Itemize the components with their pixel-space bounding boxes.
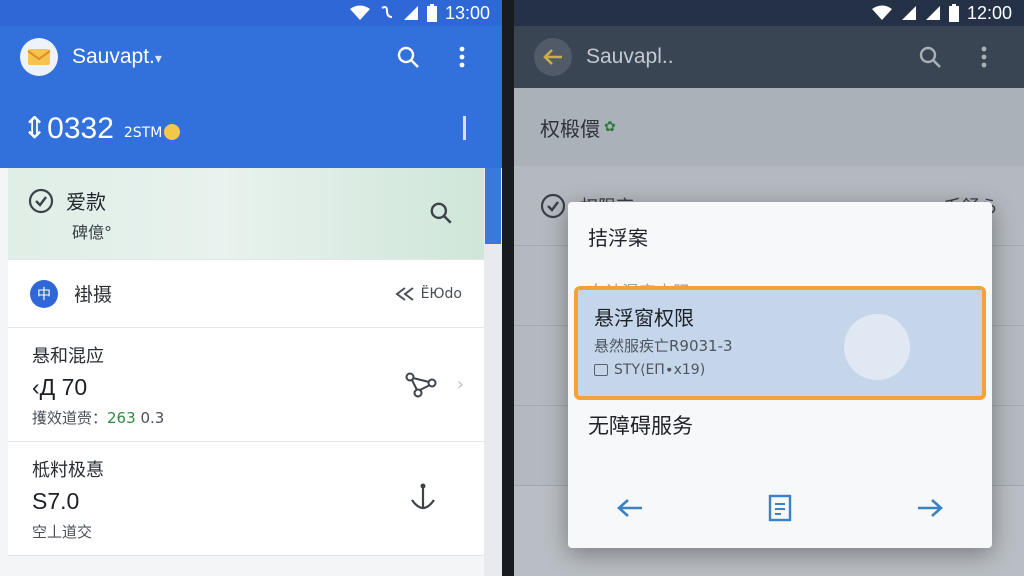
list-item[interactable]: 悬和混应 ‹Д 70 擭效道赍：263 0.3 › [8, 328, 484, 442]
hero-card[interactable]: 爱款 碑億° [8, 168, 484, 260]
overlay-permission-option[interactable]: 悬浮窗权限 悬然服疾亡R9031-3 STY⟨ЕП∙х19) [574, 286, 986, 400]
option-meta: STY⟨ЕП∙х19) [614, 362, 706, 378]
dialog-title: 拮浮案 [588, 226, 648, 250]
battery-icon [948, 4, 959, 22]
status-time: 12:00 [966, 2, 1012, 23]
card-title: 柢籿极惪 [32, 460, 104, 481]
list-item[interactable]: 柢籿极惪 S7.0 空丄道交 [8, 442, 484, 556]
arrow-left-icon [617, 499, 642, 517]
more-vert-icon[interactable] [442, 37, 482, 77]
document-button[interactable] [760, 488, 800, 528]
mail-icon [27, 49, 51, 65]
chevron-right-icon: › [456, 374, 464, 395]
touch-ripple [844, 314, 910, 380]
anchor-icon[interactable] [408, 482, 438, 518]
row-label: 褂摄 [74, 284, 113, 306]
document-icon [768, 494, 792, 522]
card-footer: 空丄道交 [32, 523, 93, 541]
card-list: 爱款 碑億° 中 褂摄 ЁЮdо 悬和混应 ‹Д 70 擭效道赍：263 0.3 [8, 168, 484, 556]
wifi-icon [871, 5, 893, 21]
left-screen: 13:00 Sauvapt.▾ ⇕0332 2STM 爱款 碑億° 中 褂摄 Ё… [0, 0, 502, 576]
card-title: 悬和混应 [32, 346, 104, 367]
scrollbar-thumb[interactable] [485, 168, 501, 244]
search-icon[interactable] [388, 37, 428, 77]
permission-dialog: 拮浮案 白认混实内阻 悬浮窗权限 悬然服疾亡R9031-3 STY⟨ЕП∙х19… [568, 202, 992, 548]
hero-subtitle: 碑億° [72, 223, 113, 242]
status-bar: 13:00 [0, 0, 502, 26]
app-window-icon [594, 364, 608, 376]
card-value: S7.0 [32, 488, 80, 514]
balance-header: ⇕0332 2STM [0, 88, 502, 168]
signal-icon [901, 5, 917, 21]
wifi-icon [349, 5, 371, 21]
battery-icon [426, 4, 437, 22]
back-arrow-button[interactable] [610, 488, 650, 528]
right-screen: 12:00 Sauvapl.. 权椴儇✿ 权限京 乇䤴ら 拮浮案 白认混实内阻 … [514, 0, 1024, 576]
list-item[interactable]: 中 褂摄 ЁЮdо [8, 260, 484, 328]
divider-bar [463, 116, 466, 140]
screen-divider [502, 0, 514, 576]
signal-icon [925, 5, 941, 21]
option-title: 悬浮窗权限 [594, 306, 694, 330]
signal-icon [403, 5, 419, 21]
accessibility-service-option[interactable]: 无障碍服务 [588, 410, 693, 440]
app-logo[interactable] [20, 38, 58, 76]
card-footer: 擭效道赍：263 0.3 [32, 409, 165, 427]
forward-arrow-button[interactable] [910, 488, 950, 528]
hero-title: 爱款 [66, 190, 106, 214]
network-icon[interactable] [404, 368, 438, 402]
app-bar: Sauvapt.▾ [0, 26, 502, 88]
share-icon [394, 286, 414, 301]
status-time: 13:00 [444, 2, 490, 23]
check-circle-icon [28, 188, 54, 213]
card-value: ‹Д 70 [32, 374, 88, 400]
language-badge-icon: 中 [30, 279, 58, 308]
app-title[interactable]: Sauvapt.▾ [72, 45, 374, 69]
balance-value: ⇕0332 [22, 111, 114, 145]
dialog-nav [568, 488, 992, 528]
option-subtitle: 悬然服疾亡R9031-3 [594, 337, 733, 355]
status-bar: 12:00 [514, 0, 1024, 26]
row-right-text: ЁЮdо [420, 285, 462, 302]
vibrate-icon [379, 5, 395, 21]
balance-sub: 2STM [124, 123, 181, 141]
search-icon[interactable] [428, 200, 454, 230]
arrow-right-icon [918, 499, 943, 517]
emoji-badge-icon [164, 123, 181, 140]
